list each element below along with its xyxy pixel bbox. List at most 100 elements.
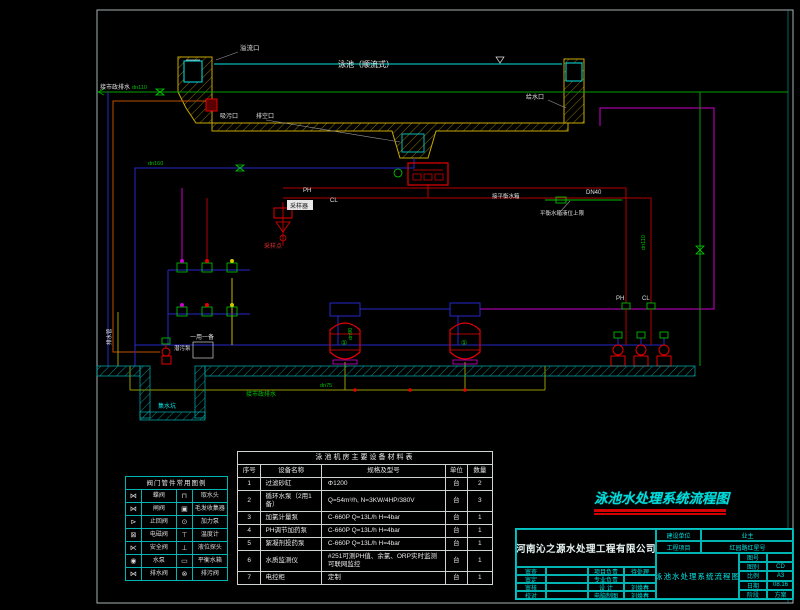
cell-spec: #251可测PH值、余氯、ORP实时监测 可联网监控 bbox=[321, 551, 445, 572]
cell-name: 电控柜 bbox=[261, 572, 321, 585]
field-value: 方案 bbox=[767, 590, 794, 599]
cell-qty: 1 bbox=[467, 551, 492, 572]
field-value: 08.16 bbox=[767, 581, 794, 590]
pool-label: 泳池（顺流式） bbox=[338, 59, 394, 69]
field-label: 图号 bbox=[739, 553, 767, 562]
cl-dosing-line bbox=[283, 198, 651, 303]
hair-collector-icon: ▣ bbox=[176, 503, 192, 516]
cell-spec: Q=54m³/h, N=3KW/4HP/380V bbox=[321, 491, 445, 512]
role-value: 刘焕春 bbox=[624, 591, 656, 599]
equipment-table: 泳池机房主要设备材料表 序号 设备名称 规格及型号 单位 数量 1 过滤砂缸 Φ… bbox=[237, 451, 493, 585]
role-label: 专业负责 bbox=[588, 575, 624, 583]
cell-qty: 1 bbox=[467, 525, 492, 538]
legend-label: 闸阀 bbox=[141, 503, 176, 516]
cell-name: 水质监测仪 bbox=[261, 551, 321, 572]
drain-suction-line bbox=[135, 158, 414, 366]
ornate-drawing-title: 泳池水处理系统流程图 bbox=[594, 487, 726, 515]
col-header: 设备名称 bbox=[261, 465, 321, 478]
review-value bbox=[546, 567, 588, 575]
field-value: CD bbox=[767, 562, 794, 571]
legend-row: ⊳ 止回阀 ⊙ 加力泵 bbox=[126, 516, 228, 529]
role-label: 电脑制图 bbox=[588, 591, 624, 599]
butterfly-valve-icon: ⋈ bbox=[126, 490, 142, 503]
owner-value: 业主 bbox=[701, 529, 794, 541]
equipment-table-title: 泳池机房主要设备材料表 bbox=[238, 452, 493, 465]
dn160-label: dn160 bbox=[148, 161, 163, 167]
balance-tank-icon: ▭ bbox=[176, 555, 192, 568]
col-header: 规格及型号 bbox=[321, 465, 445, 478]
injector-valve-icon bbox=[647, 303, 655, 309]
balance-makeup-label: 接平衡水箱 bbox=[492, 192, 520, 200]
metering-pump-icon bbox=[177, 263, 187, 272]
review-label: 审定 bbox=[516, 575, 546, 583]
cell-spec: C-660P Q=13L/h H=4bar bbox=[321, 538, 445, 551]
legend-label: 温度计 bbox=[192, 529, 227, 542]
balance-limit-label: 平衡水箱液位上限 bbox=[540, 209, 585, 217]
ornate-title-text: 泳池水处理系统流程图 bbox=[594, 487, 726, 507]
sampler-label: 采样器 bbox=[290, 202, 308, 210]
cell-no: 6 bbox=[238, 551, 261, 572]
role-label: 设 计 bbox=[588, 583, 624, 591]
legend-row: ⋉ 安全阀 ⊥ 液位探头 bbox=[126, 542, 228, 555]
cell-name: 循环水泵（2用1备） bbox=[261, 491, 321, 512]
legend-label: 排污阀 bbox=[192, 568, 227, 581]
cell-unit: 台 bbox=[446, 538, 468, 551]
cell-qty: 1 bbox=[467, 572, 492, 585]
role-value: 刘焕春 bbox=[624, 583, 656, 591]
col-header: 单位 bbox=[446, 465, 468, 478]
legend-label: 电磁阀 bbox=[141, 529, 176, 542]
floor-and-sump: 集水坑 潜污泵 排水管 bbox=[97, 328, 695, 420]
legend-label: 取水头 bbox=[192, 490, 227, 503]
cell-name: 絮凝剂投药泵 bbox=[261, 538, 321, 551]
cell-no: 3 bbox=[238, 512, 261, 525]
field-value bbox=[767, 553, 794, 562]
blowoff-valve-icon: ⊗ bbox=[176, 568, 192, 581]
role-value bbox=[624, 575, 656, 583]
legend-title: 阀门管件常用图例 bbox=[126, 477, 228, 490]
cell-name: 加氯计量泵 bbox=[261, 512, 321, 525]
level-probe-icon: ⊥ bbox=[176, 542, 192, 555]
metering-pump-icon bbox=[202, 263, 212, 272]
role-label: 项目负责 bbox=[588, 567, 624, 575]
filter-number: ① bbox=[341, 339, 347, 347]
review-label: 校对 bbox=[516, 591, 546, 599]
legend-label: 排水阀 bbox=[141, 568, 176, 581]
owner-label: 建设单位 bbox=[656, 529, 701, 541]
cell-spec: Φ1200 bbox=[321, 478, 445, 491]
cell-spec: C-660P Q=13L/h H=4bar bbox=[321, 512, 445, 525]
cell-no: 5 bbox=[238, 538, 261, 551]
thermometer-icon: ⊤ bbox=[176, 529, 192, 542]
equipment-header-row: 序号 设备名称 规格及型号 单位 数量 bbox=[238, 465, 493, 478]
injector-valve-icon bbox=[622, 303, 630, 309]
project-value: 红园路红星号 bbox=[701, 541, 794, 553]
table-row: 5 絮凝剂投药泵 C-660P Q=13L/h H=4bar 台 1 bbox=[238, 538, 493, 551]
overflow-gutter-left bbox=[184, 61, 202, 82]
return-supply-line bbox=[480, 108, 714, 309]
circulation-pumps: PH CL bbox=[611, 296, 671, 366]
suction-fitting bbox=[206, 99, 217, 111]
safety-valve-icon: ⋉ bbox=[126, 542, 142, 555]
pump-icon: ◉ bbox=[126, 555, 142, 568]
cell-qty: 1 bbox=[467, 538, 492, 551]
review-label: 审查 bbox=[516, 567, 546, 575]
legend-label: 加力泵 bbox=[192, 516, 227, 529]
title-block: 河南沁之源水处理工程有限公司 建设单位 业主 工程项目 红园路红星号 泳池水处理… bbox=[515, 528, 793, 600]
table-row: 6 水质监测仪 #251可测PH值、余氯、ORP实时监测 可联网监控 台 1 bbox=[238, 551, 493, 572]
cell-no: 2 bbox=[238, 491, 261, 512]
drain-pipe-label: 排水管 bbox=[105, 328, 113, 345]
cell-unit: 台 bbox=[446, 491, 468, 512]
col-header: 数量 bbox=[467, 465, 492, 478]
cl-inject-label: CL bbox=[642, 296, 650, 302]
legend-row: ⊠ 电磁阀 ⊤ 温度计 bbox=[126, 529, 228, 542]
ph-line-label: PH bbox=[303, 188, 311, 194]
legend-row: ◉ 水泵 ▭ 平衡水箱 bbox=[126, 555, 228, 568]
suction-port-label: 吸污口 bbox=[220, 112, 238, 120]
municipal-drain-label: 接市政排水 bbox=[100, 83, 130, 91]
cell-unit: 台 bbox=[446, 551, 468, 572]
legend-label: 毛发收集器 bbox=[192, 503, 227, 516]
field-label: 图别 bbox=[739, 562, 767, 571]
metering-pump-icon bbox=[177, 307, 187, 316]
sump-label: 集水坑 bbox=[158, 402, 176, 410]
cell-qty: 3 bbox=[467, 491, 492, 512]
pool-section: 溢流口 泳池（顺流式） 吸污口 排空口 给水口 bbox=[178, 43, 584, 158]
